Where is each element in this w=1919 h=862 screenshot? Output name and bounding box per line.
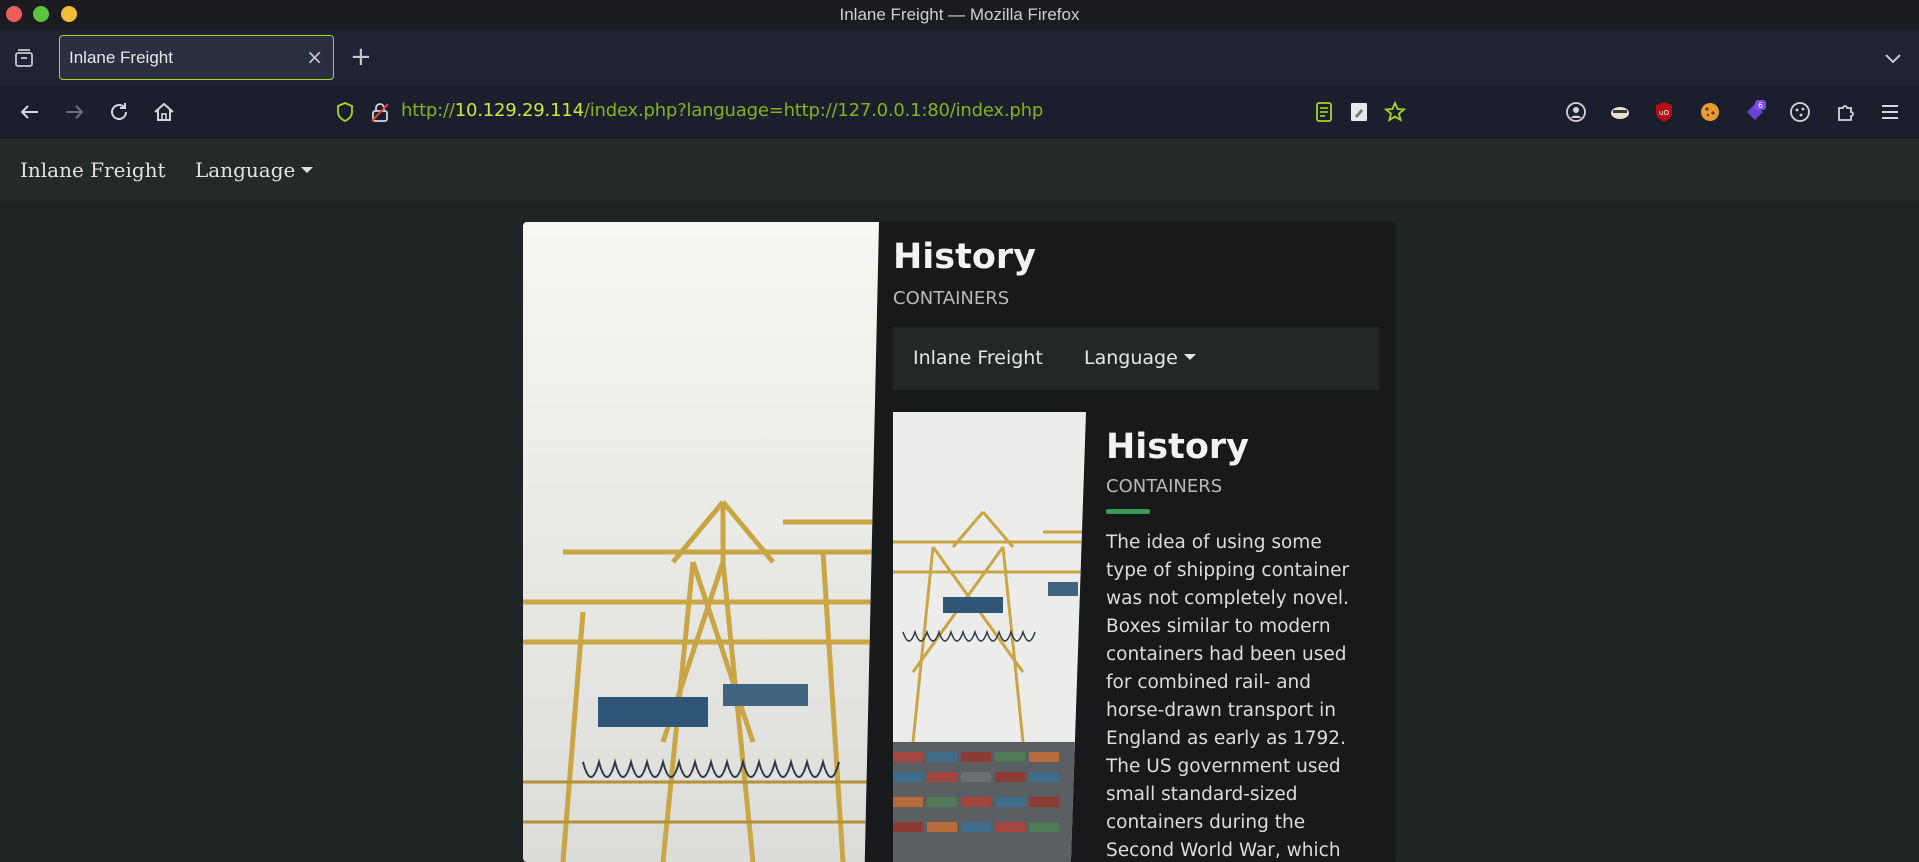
title-underline <box>1106 509 1150 514</box>
cookie-extension-icon[interactable] <box>1698 100 1722 124</box>
reload-icon[interactable] <box>107 100 131 124</box>
embedded-card-title: History <box>1106 427 1249 467</box>
tab-label: Inlane Freight <box>69 48 173 67</box>
tab-strip: Inlane Freight × + <box>0 30 1919 86</box>
tab-list-icon[interactable] <box>12 46 36 70</box>
svg-text:uO: uO <box>1659 109 1669 117</box>
account-icon[interactable] <box>1564 100 1588 124</box>
new-tab-button[interactable]: + <box>350 44 372 70</box>
window-title: Inlane Freight — Mozilla Firefox <box>839 5 1080 24</box>
page-content: Inlane Freight Language History CONTAINE… <box>0 138 1919 862</box>
history-paragraph: The idea of using some type of shipping … <box>1106 532 1350 861</box>
hamburger-menu-icon[interactable] <box>1878 100 1902 124</box>
url-scheme: http:// <box>401 100 455 121</box>
embedded-site-navbar: Inlane Freight Language <box>893 327 1379 390</box>
back-arrow-icon[interactable] <box>18 100 42 124</box>
card-body: History CONTAINERS Inlane Freight Langua… <box>893 222 1396 862</box>
port-cranes-image <box>523 222 879 862</box>
url-path: /index.php?language=http://127.0.0.1:80/… <box>583 100 1044 121</box>
home-icon[interactable] <box>152 100 176 124</box>
embedded-language-label: Language <box>1084 347 1178 369</box>
shield-icon[interactable] <box>333 100 357 124</box>
url-bar[interactable]: http://10.129.29.114/index.php?language=… <box>401 100 1043 121</box>
tab-close-icon[interactable]: × <box>306 45 323 69</box>
site-brand-link[interactable]: Inlane Freight <box>20 158 166 182</box>
language-dropdown[interactable]: Language <box>195 158 314 182</box>
embedded-brand-link[interactable]: Inlane Freight <box>913 347 1043 369</box>
embedded-cranes-illustration <box>893 412 1086 862</box>
bookmark-star-icon[interactable] <box>1383 100 1407 124</box>
cranes-illustration <box>523 222 879 862</box>
ublock-icon[interactable]: uO <box>1652 100 1676 124</box>
cookie-manager-icon[interactable] <box>1788 100 1812 124</box>
tab-inlane-freight[interactable]: Inlane Freight × <box>59 35 334 80</box>
window-titlebar: Inlane Freight — Mozilla Firefox <box>0 0 1919 30</box>
card-title: History <box>893 237 1036 277</box>
forward-arrow-icon[interactable] <box>62 100 86 124</box>
embedded-port-image <box>893 412 1086 862</box>
reader-view-icon[interactable] <box>1312 100 1336 124</box>
chevron-down-icon[interactable] <box>1883 48 1903 68</box>
embedded-language-dropdown[interactable]: Language <box>1084 347 1196 369</box>
insecure-lock-icon[interactable] <box>368 100 392 124</box>
extension-badge: 6 <box>1758 101 1763 110</box>
history-card: History CONTAINERS Inlane Freight Langua… <box>523 222 1396 862</box>
site-navbar: Inlane Freight Language <box>0 138 1919 201</box>
url-host: 10.129.29.114 <box>454 100 584 121</box>
extensions-puzzle-icon[interactable] <box>1833 100 1857 124</box>
embedded-card-subtitle: CONTAINERS <box>1106 476 1223 497</box>
caret-down-icon <box>1183 354 1196 360</box>
language-label: Language <box>195 158 296 182</box>
card-subtitle: CONTAINERS <box>893 288 1010 309</box>
wappalyzer-icon[interactable]: 6 <box>1743 100 1767 124</box>
embedded-history-card: History CONTAINERS The idea of using som… <box>893 412 1379 862</box>
caret-down-icon <box>301 167 314 173</box>
navigation-toolbar: http://10.129.29.114/index.php?language=… <box>0 86 1919 138</box>
page-note-icon[interactable] <box>1347 100 1371 124</box>
extension-hack-icon[interactable] <box>1608 100 1632 124</box>
